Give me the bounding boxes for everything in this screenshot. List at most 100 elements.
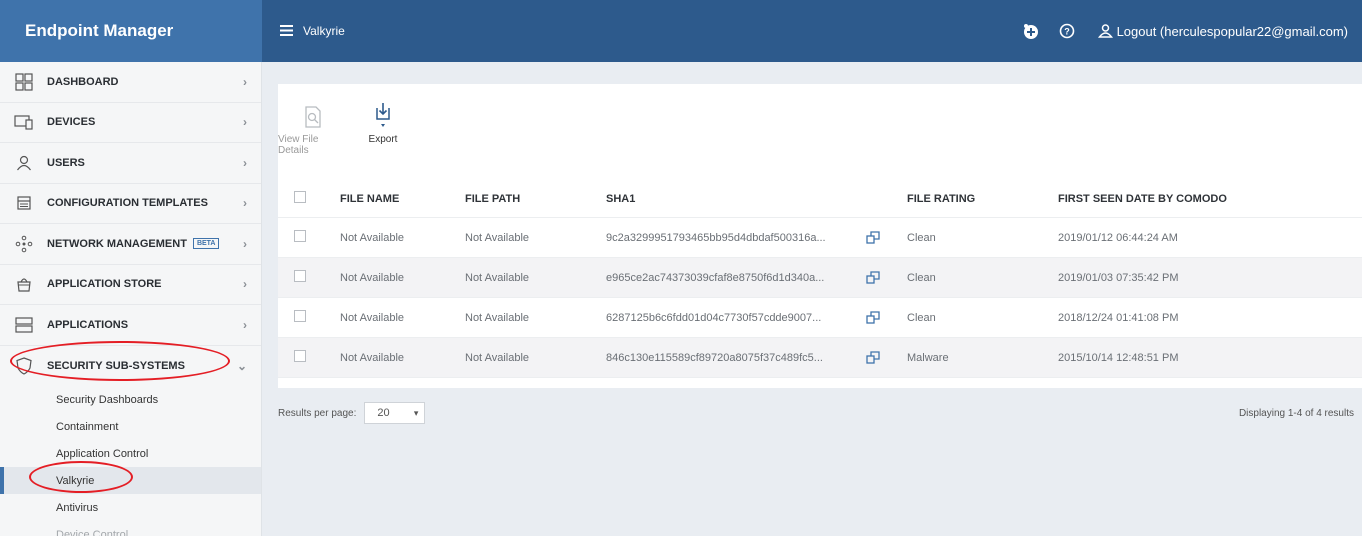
copy-icon[interactable]	[866, 271, 880, 284]
sidebar-item-devices[interactable]: DEVICES ›	[0, 103, 261, 143]
user-icon	[1097, 24, 1113, 38]
sha1-cell: 846c130e115589cf89720a8075f37c489fc5...	[606, 351, 823, 364]
hamburger-menu-icon[interactable]	[280, 23, 293, 40]
toolbar: View File Details Export	[278, 96, 408, 156]
results-per-page-select[interactable]: 20 ▾	[364, 402, 426, 424]
sidebar-subitem-security-dashboards[interactable]: Security Dashboards	[0, 386, 261, 413]
sidebar-item-configuration-templates[interactable]: CONFIGURATION TEMPLATES ›	[0, 184, 261, 224]
top-bar: Endpoint Manager Valkyrie ? Logout (herc…	[0, 0, 1362, 62]
applications-icon	[13, 315, 35, 335]
sidebar-item-dashboard[interactable]: DASHBOARD ›	[0, 62, 261, 103]
table-row[interactable]: Not Available Not Available 846c130e1155…	[278, 338, 1362, 378]
chevron-down-icon: ⌄	[236, 358, 247, 373]
dashboard-icon	[13, 72, 35, 92]
copy-icon[interactable]	[866, 351, 880, 364]
sidebar-item-label: USERS	[47, 156, 85, 169]
sidebar: DASHBOARD › DEVICES › USERS › CONFIGURAT…	[0, 62, 262, 536]
sidebar-item-users[interactable]: USERS ›	[0, 143, 261, 184]
view-file-details-label: View File Details	[278, 134, 319, 156]
brand-title[interactable]: Endpoint Manager	[0, 0, 262, 62]
column-header-file-path[interactable]: FILE PATH	[463, 193, 606, 205]
file-rating-cell: Clean	[907, 231, 936, 244]
file-rating-cell: Clean	[907, 271, 936, 284]
file-path-cell: Not Available	[465, 271, 530, 284]
table-row[interactable]: Not Available Not Available e965ce2ac743…	[278, 258, 1362, 298]
main-content: View File Details Export FILE NAME FILE …	[278, 84, 1362, 424]
shield-icon	[13, 356, 35, 376]
sidebar-subitem-application-control[interactable]: Application Control	[0, 440, 261, 467]
table-row[interactable]: Not Available Not Available 6287125b6c6f…	[278, 298, 1362, 338]
breadcrumb: Valkyrie	[303, 24, 345, 38]
export-icon	[375, 96, 391, 128]
first-seen-date-cell: 2015/10/14 12:48:51 PM	[1058, 351, 1179, 364]
sidebar-item-label: DASHBOARD	[47, 75, 119, 88]
chevron-right-icon: ›	[243, 115, 247, 130]
file-name-cell: Not Available	[340, 351, 405, 364]
file-path-cell: Not Available	[465, 231, 530, 244]
view-file-details-button[interactable]: View File Details	[278, 96, 348, 156]
devices-icon	[13, 112, 35, 132]
row-checkbox[interactable]	[294, 310, 306, 322]
row-checkbox[interactable]	[294, 270, 306, 282]
sidebar-item-application-store[interactable]: APPLICATION STORE ›	[0, 265, 261, 305]
help-icon[interactable]: ?	[1058, 22, 1076, 40]
sidebar-subitem-valkyrie[interactable]: Valkyrie	[0, 467, 261, 494]
file-path-cell: Not Available	[465, 351, 530, 364]
first-seen-date-cell: 2019/01/12 06:44:24 AM	[1058, 231, 1178, 244]
sidebar-item-applications[interactable]: APPLICATIONS ›	[0, 305, 261, 346]
column-header-first-seen-date[interactable]: FIRST SEEN DATE BY COMODO	[1052, 193, 1362, 205]
sidebar-item-label: CONFIGURATION TEMPLATES	[47, 197, 208, 210]
row-checkbox[interactable]	[294, 230, 306, 242]
sidebar-item-label: APPLICATION STORE	[47, 278, 162, 291]
file-details-icon	[304, 96, 322, 128]
copy-icon[interactable]	[866, 231, 880, 244]
column-header-sha1[interactable]: SHA1	[606, 193, 901, 205]
sidebar-subitem-device-control[interactable]: Device Control	[0, 521, 261, 536]
table-row[interactable]: Not Available Not Available 9c2a32999517…	[278, 218, 1362, 258]
file-name-cell: Not Available	[340, 311, 405, 324]
first-seen-date-cell: 2019/01/03 07:35:42 PM	[1058, 271, 1179, 284]
chevron-right-icon: ›	[243, 74, 247, 89]
file-rating-cell: Clean	[907, 311, 936, 324]
sidebar-item-label: NETWORK MANAGEMENT	[47, 237, 187, 250]
logout-link[interactable]: Logout (herculespopular22@gmail.com)	[1097, 24, 1348, 39]
export-button[interactable]: Export	[358, 96, 408, 156]
chevron-right-icon: ›	[243, 317, 247, 332]
file-rating-cell: Malware	[907, 351, 949, 364]
column-header-file-rating[interactable]: FILE RATING	[901, 193, 1052, 205]
sidebar-item-security-sub-systems[interactable]: SECURITY SUB-SYSTEMS ⌄	[0, 346, 261, 387]
table-header: FILE NAME FILE PATH SHA1 FILE RATING FIR…	[278, 180, 1362, 218]
results-per-page-label: Results per page:	[278, 407, 357, 419]
select-all-checkbox[interactable]	[294, 191, 306, 203]
pagination-bar: Results per page: 20 ▾ Displaying 1-4 of…	[278, 398, 1362, 428]
export-label: Export	[368, 134, 398, 145]
sidebar-item-network-management[interactable]: NETWORK MANAGEMENT BETA ›	[0, 224, 261, 265]
column-header-file-name[interactable]: FILE NAME	[324, 193, 463, 205]
chevron-down-icon: ▾	[413, 407, 419, 418]
file-name-cell: Not Available	[340, 231, 405, 244]
sha1-cell: 9c2a3299951793465bb95d4dbdaf500316a...	[606, 231, 826, 244]
sidebar-item-label: APPLICATIONS	[47, 318, 129, 331]
templates-icon	[13, 193, 35, 213]
results-per-page-value: 20	[377, 407, 390, 419]
beta-badge: BETA	[192, 238, 220, 250]
users-icon	[13, 153, 35, 173]
file-path-cell: Not Available	[465, 311, 530, 324]
files-panel: View File Details Export FILE NAME FILE …	[278, 84, 1362, 388]
network-icon	[13, 234, 35, 254]
chevron-right-icon: ›	[243, 236, 247, 251]
file-name-cell: Not Available	[340, 271, 405, 284]
sidebar-subitem-antivirus[interactable]: Antivirus	[0, 494, 261, 521]
chevron-right-icon: ›	[243, 196, 247, 211]
sidebar-item-label: SECURITY SUB-SYSTEMS	[47, 359, 185, 372]
add-icon[interactable]	[1022, 22, 1040, 40]
copy-icon[interactable]	[866, 311, 880, 324]
first-seen-date-cell: 2018/12/24 01:41:08 PM	[1058, 311, 1179, 324]
sidebar-item-label: DEVICES	[47, 116, 96, 129]
sidebar-subitem-containment[interactable]: Containment	[0, 413, 261, 440]
row-checkbox[interactable]	[294, 350, 306, 362]
chevron-right-icon: ›	[243, 155, 247, 170]
svg-text:?: ?	[1064, 27, 1070, 37]
files-table: FILE NAME FILE PATH SHA1 FILE RATING FIR…	[278, 180, 1362, 378]
results-count: Displaying 1-4 of 4 results	[1238, 407, 1354, 419]
